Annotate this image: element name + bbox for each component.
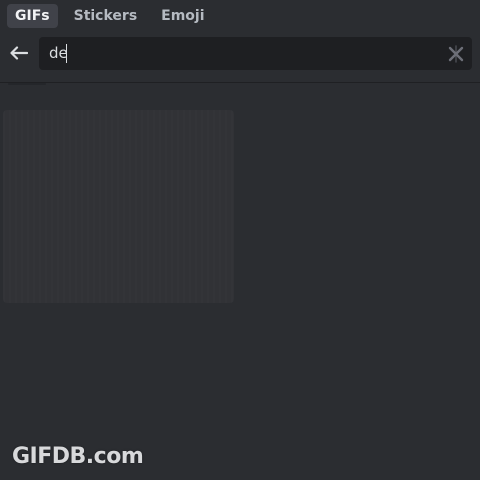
- header-divider: [0, 82, 480, 83]
- gif-picker: GIFs Stickers Emoji GIFDB.com: [0, 0, 480, 480]
- arrow-left-icon: [10, 46, 28, 60]
- close-icon: [448, 45, 464, 63]
- gif-result-loading-placeholder[interactable]: [3, 110, 234, 303]
- tab-stickers[interactable]: Stickers: [66, 4, 146, 28]
- back-button[interactable]: [8, 42, 30, 64]
- search-box: [39, 37, 472, 70]
- watermark: GIFDB.com: [12, 444, 144, 469]
- text-caret: [66, 44, 67, 63]
- clear-search-button[interactable]: [446, 44, 466, 64]
- divider-indicator: [8, 83, 46, 85]
- tab-gifs[interactable]: GIFs: [7, 4, 58, 28]
- picker-tabs: GIFs Stickers Emoji: [7, 4, 213, 28]
- search-input[interactable]: [49, 37, 429, 70]
- tab-emoji[interactable]: Emoji: [153, 4, 212, 28]
